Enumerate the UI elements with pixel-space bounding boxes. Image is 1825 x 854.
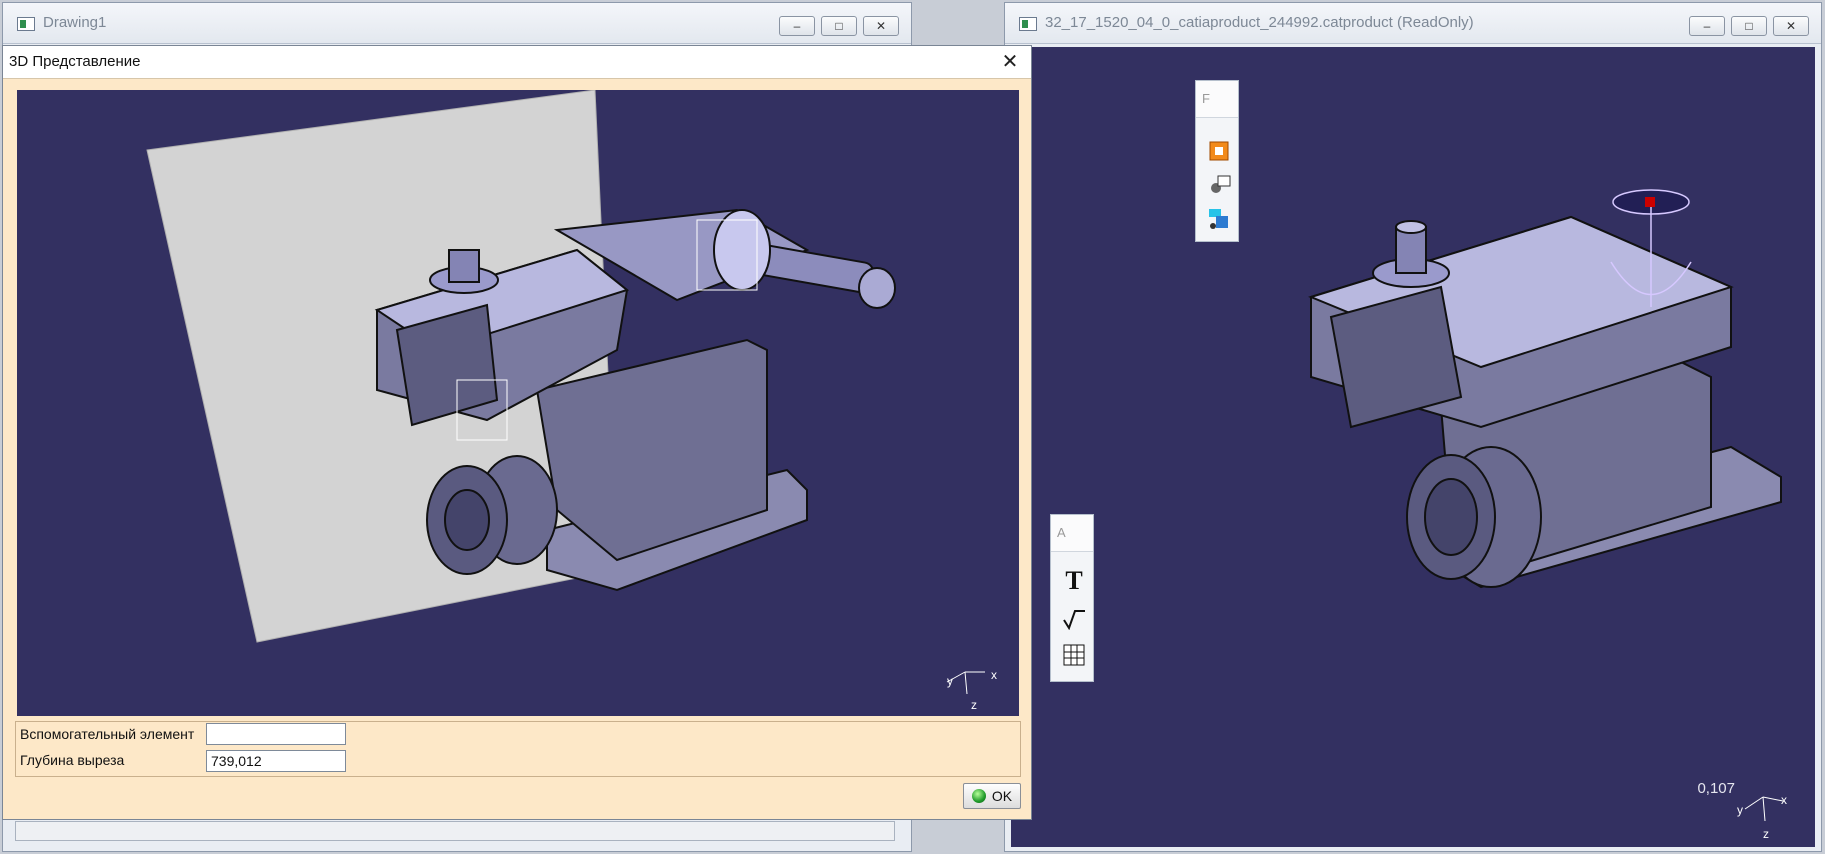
axis-y-label: y [1737,803,1743,817]
axis-x-label: x [1781,793,1787,807]
maximize-button[interactable]: □ [821,16,857,36]
drawing-window-title: Drawing1 [43,14,107,31]
dialog-fields: Вспомогательный элемент Глубина выреза [15,721,1021,777]
toolbar-header[interactable]: A [1051,515,1093,552]
close-button[interactable]: ✕ [1773,16,1809,36]
dialog-axis-z-label: z [971,698,977,712]
drawing-window-titlebar[interactable]: Drawing1 – □ ✕ [3,3,911,44]
cut-depth-label: Глубина выреза [20,752,125,768]
text-tool-button[interactable]: T [1057,566,1091,595]
catia-document-icon [1019,17,1037,31]
horizontal-scrollbar[interactable] [15,821,895,841]
detail-view-icon[interactable] [1202,205,1236,233]
dialog-axis-triad-icon [946,671,985,695]
product-window-title: 32_17_1520_04_0_catiaproduct_244992.catp… [1045,14,1474,31]
product-window-titlebar[interactable]: 32_17_1520_04_0_catiaproduct_244992.catp… [1005,3,1821,44]
views-toolbar: F [1195,80,1239,242]
maximize-button[interactable]: □ [1731,16,1767,36]
minimize-button[interactable]: – [1689,16,1725,36]
front-view-icon[interactable] [1202,137,1236,165]
dialog-3d-model [146,90,896,643]
dialog-close-button[interactable]: ✕ [999,51,1021,73]
dialog-axis-y-label: y [947,674,953,688]
annotations-toolbar: A T [1050,514,1094,682]
product-window: 32_17_1520_04_0_catiaproduct_244992.catp… [1004,2,1822,852]
dialog-3d-viewport[interactable]: x y z [17,90,1019,716]
section-view-icon[interactable] [1202,171,1236,199]
catia-drawing-icon [17,17,35,31]
roughness-symbol-icon[interactable] [1057,605,1091,633]
product-viewport[interactable]: 0,107 x y z [1011,47,1815,847]
dialog-titlebar[interactable]: 3D Представление ✕ [3,46,1031,79]
axis-z-label: z [1763,827,1769,841]
table-icon[interactable] [1057,641,1091,669]
dialog-axis-x-label: x [991,668,997,682]
product-3d-model [1308,189,1782,589]
close-button[interactable]: ✕ [863,16,899,36]
3d-view-dialog: 3D Представление ✕ x y z Вспомогательный… [2,45,1032,820]
aux-element-input[interactable] [206,723,346,745]
ok-button[interactable]: OK [963,783,1021,809]
dialog-title: 3D Представление [9,53,141,70]
ok-button-label: OK [991,788,1013,804]
aux-element-label: Вспомогательный элемент [20,726,195,742]
cut-depth-input[interactable] [206,750,346,772]
zoom-readout: 0,107 [1697,780,1735,797]
ok-icon [971,789,986,803]
toolbar-header[interactable]: F [1196,81,1238,118]
minimize-button[interactable]: – [779,16,815,36]
